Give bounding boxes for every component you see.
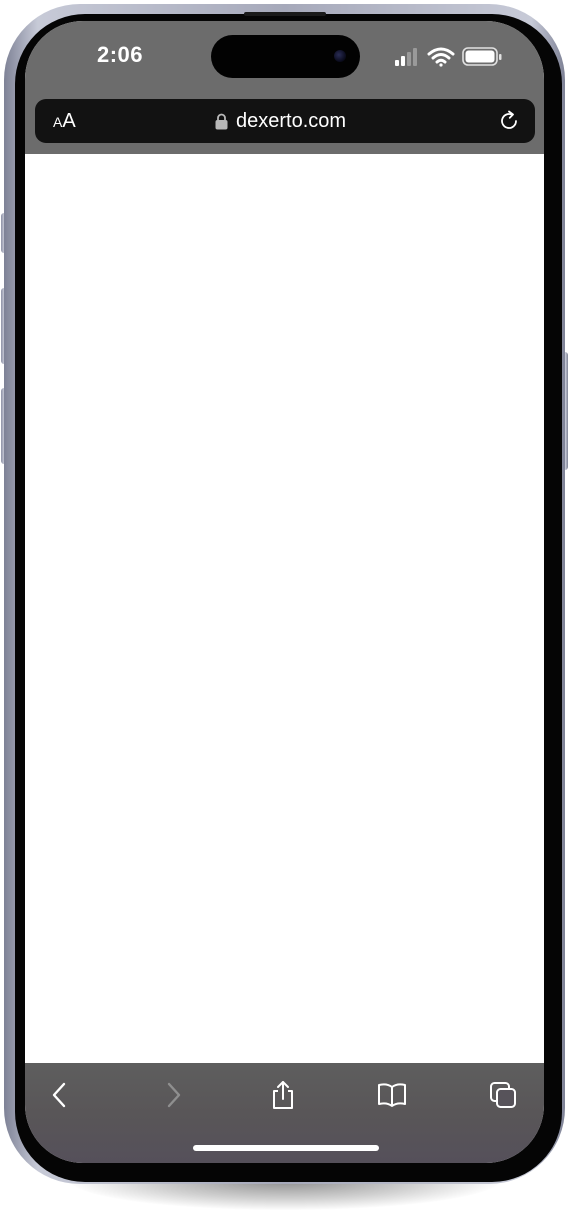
- device-stage: 2:06 AA dexerto.com: [0, 0, 569, 1232]
- wifi-icon: [427, 47, 455, 64]
- earpiece-speaker: [244, 12, 326, 16]
- front-camera: [334, 50, 346, 62]
- chevron-left-icon: [52, 1082, 66, 1108]
- forward-button[interactable]: [158, 1080, 188, 1110]
- reload-icon[interactable]: [497, 109, 521, 133]
- address-bar[interactable]: AA dexerto.com: [35, 99, 535, 143]
- bookmarks-button[interactable]: [377, 1080, 407, 1110]
- browser-toolbar: [25, 1063, 544, 1163]
- phone-screen: 2:06 AA dexerto.com: [25, 21, 544, 1163]
- home-indicator[interactable]: [193, 1145, 379, 1151]
- url-text: dexerto.com: [236, 109, 347, 132]
- status-time: 2:06: [97, 42, 144, 67]
- status-icons: [395, 47, 502, 67]
- share-icon: [273, 1081, 293, 1109]
- text-size-label: AA: [53, 110, 76, 132]
- back-button[interactable]: [45, 1080, 75, 1110]
- lock-icon: [215, 113, 228, 129]
- web-content[interactable]: [25, 154, 544, 1063]
- url-field[interactable]: dexerto.com: [215, 109, 346, 133]
- battery-icon: [462, 47, 502, 66]
- share-button[interactable]: [268, 1080, 298, 1110]
- tabs-icon: [490, 1082, 516, 1108]
- text-size-button[interactable]: AA: [53, 111, 76, 132]
- book-icon: [378, 1083, 406, 1107]
- browser-top-chrome: 2:06 AA dexerto.com: [25, 21, 544, 154]
- tabs-button[interactable]: [488, 1080, 518, 1110]
- cellular-signal-icon: [395, 48, 417, 66]
- dynamic-island: [211, 35, 360, 78]
- chevron-right-icon: [167, 1082, 181, 1108]
